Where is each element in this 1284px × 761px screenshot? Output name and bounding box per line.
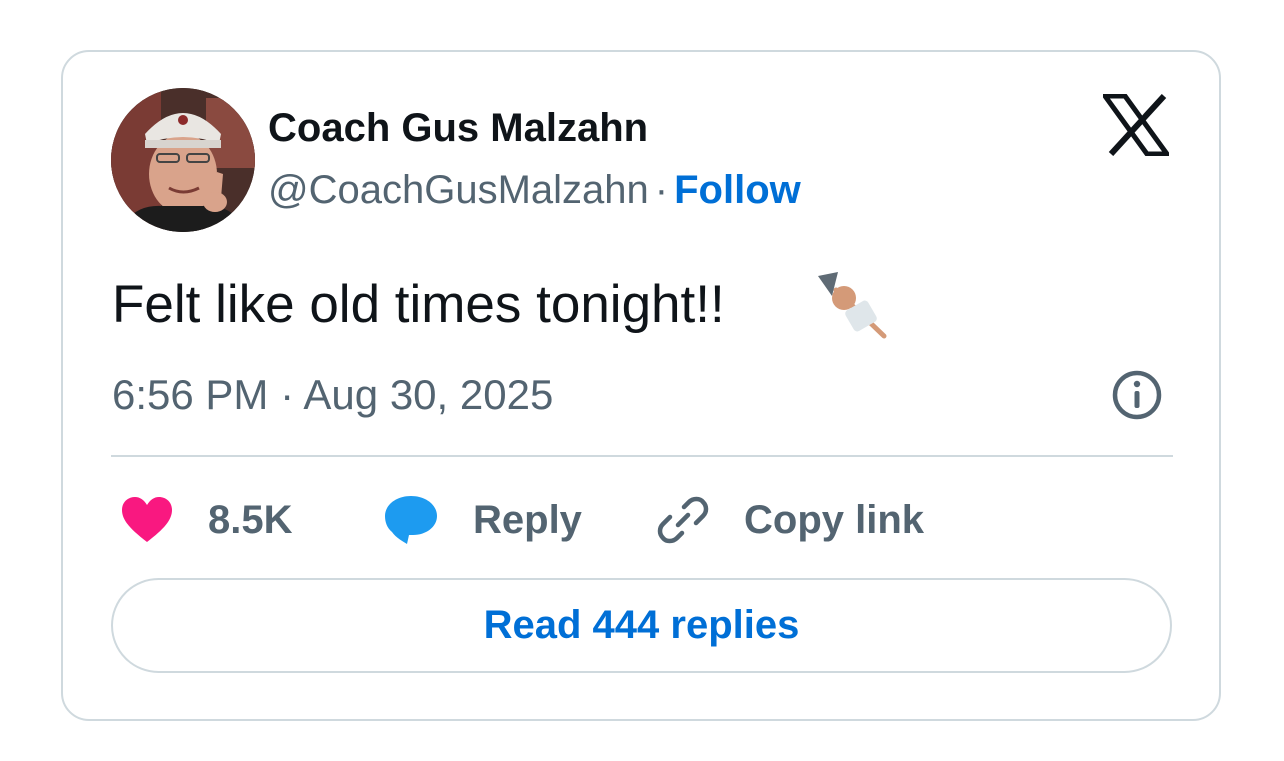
avatar[interactable] [111, 88, 255, 232]
read-replies-button[interactable]: Read 444 replies [111, 578, 1172, 673]
x-logo-icon[interactable] [1100, 93, 1172, 157]
tweet-text: Felt like old times tonight!! [112, 275, 725, 334]
reply-button[interactable]: Reply [383, 490, 582, 550]
likes-count: 8.5K [208, 497, 293, 542]
info-icon[interactable] [1111, 369, 1163, 421]
author-display-name[interactable]: Coach Gus Malzahn [268, 102, 648, 154]
follow-button[interactable]: Follow [674, 168, 801, 212]
reply-label: Reply [473, 497, 582, 542]
tweet-timestamp[interactable]: 6:56 PM · Aug 30, 2025 [112, 368, 553, 422]
oden-icon [816, 270, 888, 342]
divider [111, 455, 1173, 457]
heart-icon [122, 497, 172, 542]
handle-separator: · [654, 168, 669, 212]
copy-link-label: Copy link [744, 497, 925, 542]
link-icon [657, 496, 709, 544]
like-button[interactable]: 8.5K [120, 490, 293, 550]
copy-link-button[interactable]: Copy link [656, 490, 924, 550]
author-handle-row: @CoachGusMalzahn · Follow [268, 164, 801, 216]
reply-bubble-icon [385, 496, 437, 544]
author-handle[interactable]: @CoachGusMalzahn [268, 168, 649, 212]
